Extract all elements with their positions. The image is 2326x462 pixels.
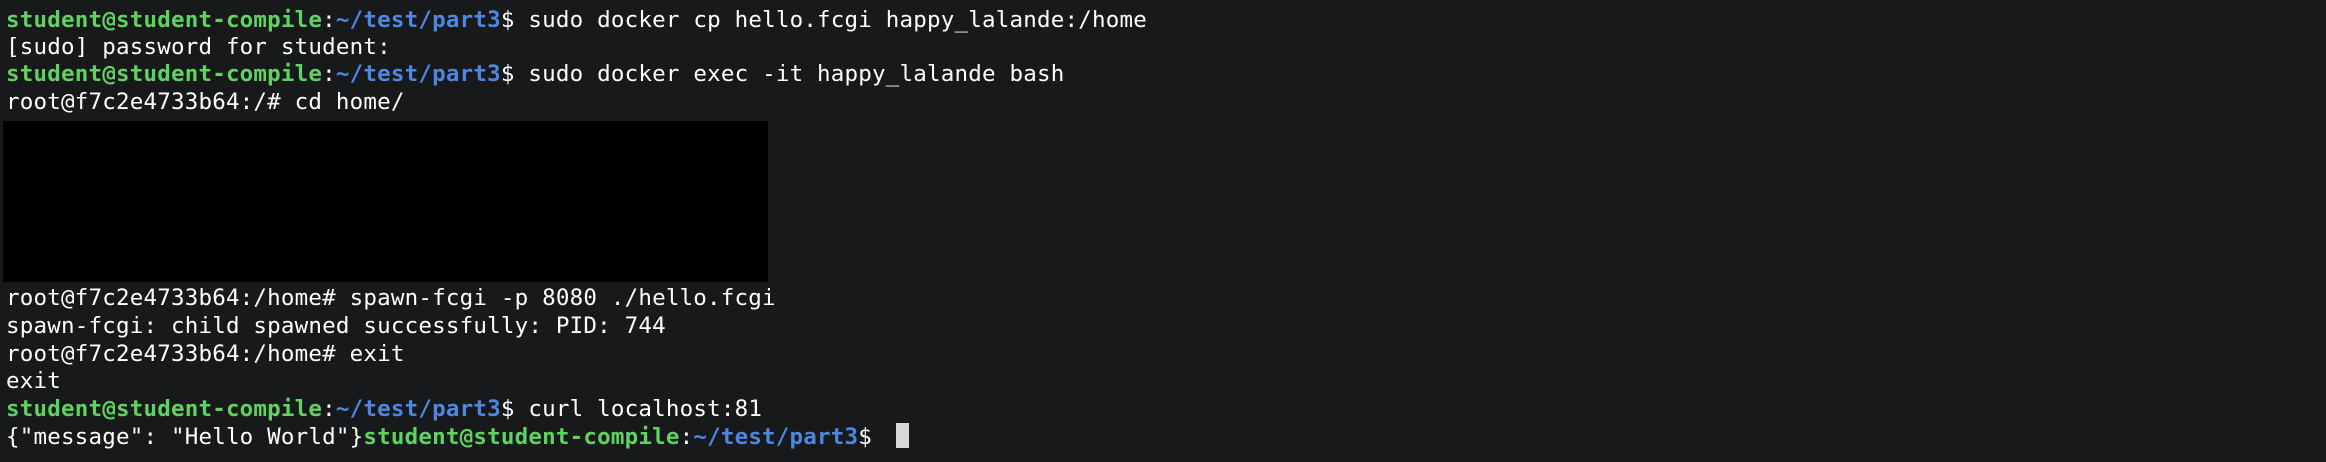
terminal-line-1: student@student-compile:~/test/part3$ su… xyxy=(6,6,1147,34)
terminal-line-3: student@student-compile:~/test/part3$ su… xyxy=(6,60,1065,88)
prompt-user-host: student@student-compile xyxy=(6,7,323,33)
prompt-user-host: student@student-compile xyxy=(363,424,680,450)
terminal-cursor[interactable] xyxy=(895,423,909,448)
prompt-path: ~/test/part3 xyxy=(693,424,859,450)
prompt-symbol: $ xyxy=(858,424,886,450)
prompt-symbol: $ xyxy=(500,7,529,33)
prompt-symbol: $ xyxy=(500,396,529,422)
prompt-path: ~/test/part3 xyxy=(335,7,501,33)
prompt-path: ~/test/part3 xyxy=(335,396,501,422)
terminal-line-10: {"message": "Hello World"}student@studen… xyxy=(6,423,909,451)
terminal-line-7: root@f7c2e4733b64:/home# exit xyxy=(6,341,405,367)
prompt-separator: : xyxy=(322,61,336,87)
terminal-line-6: spawn-fcgi: child spawned successfully: … xyxy=(6,313,666,339)
terminal-line-9: student@student-compile:~/test/part3$ cu… xyxy=(6,395,762,423)
prompt-user-host: student@student-compile xyxy=(6,396,323,422)
prompt-path: ~/test/part3 xyxy=(335,61,501,87)
redacted-region xyxy=(3,121,768,282)
prompt-separator: : xyxy=(322,396,336,422)
prompt-separator: : xyxy=(679,424,694,450)
command-text: sudo docker exec -it happy_lalande bash xyxy=(528,61,1065,87)
terminal-line-2: [sudo] password for student: xyxy=(6,34,391,60)
terminal-line-5: root@f7c2e4733b64:/home# spawn-fcgi -p 8… xyxy=(6,285,776,311)
prompt-separator: : xyxy=(322,7,336,33)
command-text: curl localhost:81 xyxy=(528,396,763,422)
prompt-user-host: student@student-compile xyxy=(6,61,323,87)
curl-output: {"message": "Hello World"} xyxy=(6,424,364,450)
terminal-line-4: root@f7c2e4733b64:/# cd home/ xyxy=(6,89,405,115)
terminal-line-8: exit xyxy=(6,368,61,394)
command-text: sudo docker cp hello.fcgi happy_lalande:… xyxy=(528,7,1147,33)
terminal-window[interactable]: student@student-compile:~/test/part3$ su… xyxy=(0,0,2326,462)
prompt-symbol: $ xyxy=(500,61,529,87)
